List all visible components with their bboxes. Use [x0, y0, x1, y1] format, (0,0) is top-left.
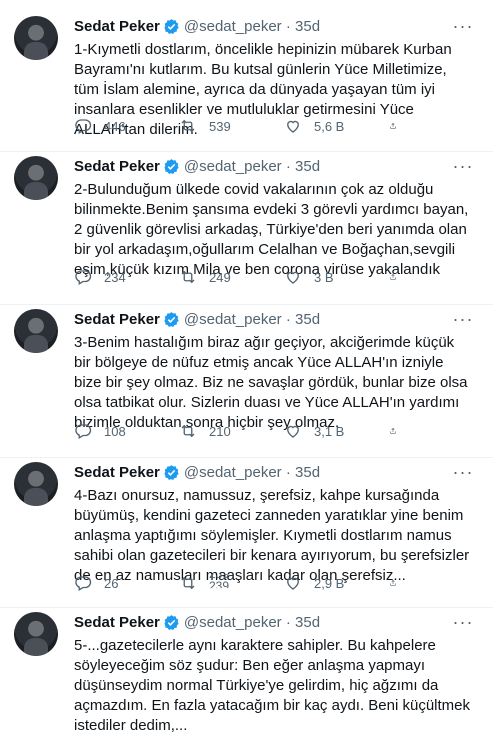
more-horizontal-icon[interactable]: ···: [453, 156, 473, 176]
reply-count: 108: [104, 423, 126, 439]
tweet-actions: 234 249 3 B: [74, 267, 414, 287]
tweet-actions: 108 210 3,1 B: [74, 421, 414, 441]
reply-icon: [75, 270, 92, 285]
retweet-button[interactable]: 239 239: [179, 573, 284, 593]
retweet-count-animating: 239 239: [209, 573, 233, 593]
tweet-text: 5-...gazetecilerle aynı karaktere sahipl…: [74, 637, 475, 734]
retweet-icon: [181, 119, 195, 133]
heart-icon: [287, 271, 299, 284]
author-name[interactable]: Sedat Peker: [74, 311, 160, 328]
author-handle[interactable]: @sedat_peker · 35d: [184, 614, 320, 631]
more-horizontal-icon[interactable]: ···: [453, 612, 473, 632]
share-button[interactable]: [389, 573, 409, 593]
tweet-header: Sedat Peker @sedat_peker · 35d: [74, 612, 320, 632]
retweet-count: 239: [209, 579, 230, 593]
like-count: 5,6 B: [314, 118, 345, 134]
tweet-header: Sedat Peker @sedat_peker · 35d: [74, 462, 320, 482]
retweet-icon: [181, 270, 195, 284]
author-handle[interactable]: @sedat_peker · 35d: [184, 311, 320, 328]
like-button[interactable]: 3,1 B: [284, 421, 389, 441]
heart-icon: [287, 120, 299, 133]
author-handle[interactable]: @sedat_peker · 35d: [184, 158, 320, 175]
more-horizontal-icon[interactable]: ···: [453, 462, 473, 482]
tweet-3[interactable]: Sedat Peker @sedat_peker · 35d ··· 3-Ben…: [0, 305, 493, 458]
author-handle[interactable]: @sedat_peker · 35d: [184, 464, 320, 481]
reply-count: 446: [104, 118, 126, 134]
like-count: 3,1 B: [314, 423, 345, 439]
like-button[interactable]: 3 B: [284, 267, 389, 287]
reply-button[interactable]: 446: [74, 116, 179, 136]
tweet-4[interactable]: Sedat Peker @sedat_peker · 35d ··· 4-Baz…: [0, 458, 493, 608]
avatar[interactable]: [14, 612, 58, 656]
tweet-header: Sedat Peker @sedat_peker · 35d: [74, 16, 320, 36]
heart-icon: [287, 577, 299, 590]
share-button[interactable]: [389, 267, 409, 287]
author-name[interactable]: Sedat Peker: [74, 464, 160, 481]
tweet-actions: 26 239 239 2,9 B: [74, 573, 414, 593]
retweet-button[interactable]: 539: [179, 116, 284, 136]
retweet-icon: [181, 424, 195, 438]
author-name[interactable]: Sedat Peker: [74, 614, 160, 631]
author-name[interactable]: Sedat Peker: [74, 158, 160, 175]
verified-badge-icon: [164, 158, 179, 174]
share-button[interactable]: [389, 116, 409, 136]
verified-badge-icon: [164, 464, 179, 480]
tweet-text: 3-Benim hastalığım biraz ağır geçiyor, a…: [74, 334, 472, 431]
author-handle[interactable]: @sedat_peker · 35d: [184, 18, 320, 35]
share-button[interactable]: [389, 421, 409, 441]
more-horizontal-icon[interactable]: ···: [453, 16, 473, 36]
retweet-icon: [181, 576, 195, 590]
like-button[interactable]: 5,6 B: [284, 116, 389, 136]
like-count: 3 B: [314, 269, 334, 285]
verified-badge-icon: [164, 614, 179, 630]
like-button[interactable]: 2,9 B: [284, 573, 389, 593]
share-icon: [390, 273, 396, 280]
author-name[interactable]: Sedat Peker: [74, 18, 160, 35]
share-icon: [390, 579, 396, 586]
reply-button[interactable]: 234: [74, 267, 179, 287]
verified-badge-icon: [164, 311, 179, 327]
tweet-actions: 446 539 5,6 B: [74, 116, 414, 136]
heart-icon: [287, 425, 299, 438]
reply-count: 26: [104, 575, 119, 591]
reply-icon: [75, 424, 92, 439]
share-icon: [390, 122, 396, 129]
tweet-header: Sedat Peker @sedat_peker · 35d: [74, 156, 320, 176]
tweet-text: 2-Bulunduğum ülkede covid vakalarının ço…: [74, 181, 473, 278]
tweet-header: Sedat Peker @sedat_peker · 35d: [74, 309, 320, 329]
tweet-5[interactable]: Sedat Peker @sedat_peker · 35d ··· 5-...…: [0, 608, 493, 734]
tweet-1[interactable]: Sedat Peker @sedat_peker · 35d ··· 1-Kıy…: [0, 0, 493, 152]
retweet-button[interactable]: 210: [179, 421, 284, 441]
tweet-2[interactable]: Sedat Peker @sedat_peker · 35d ··· 2-Bul…: [0, 152, 493, 305]
reply-count: 234: [104, 269, 126, 285]
tweet-text: 4-Bazı onursuz, namussuz, şerefsiz, kahp…: [74, 487, 474, 584]
avatar[interactable]: [14, 309, 58, 353]
reply-icon: [75, 576, 92, 591]
avatar[interactable]: [14, 16, 58, 60]
avatar[interactable]: [14, 462, 58, 506]
retweet-count: 210: [209, 423, 231, 439]
reply-button[interactable]: 26: [74, 573, 179, 593]
share-icon: [390, 427, 396, 434]
retweet-button[interactable]: 249: [179, 267, 284, 287]
retweet-count: 249: [209, 269, 231, 285]
retweet-count: 539: [209, 118, 231, 134]
more-horizontal-icon[interactable]: ···: [453, 309, 473, 329]
avatar[interactable]: [14, 156, 58, 200]
reply-icon: [75, 119, 92, 134]
reply-button[interactable]: 108: [74, 421, 179, 441]
verified-badge-icon: [164, 18, 179, 34]
like-count: 2,9 B: [314, 575, 345, 591]
